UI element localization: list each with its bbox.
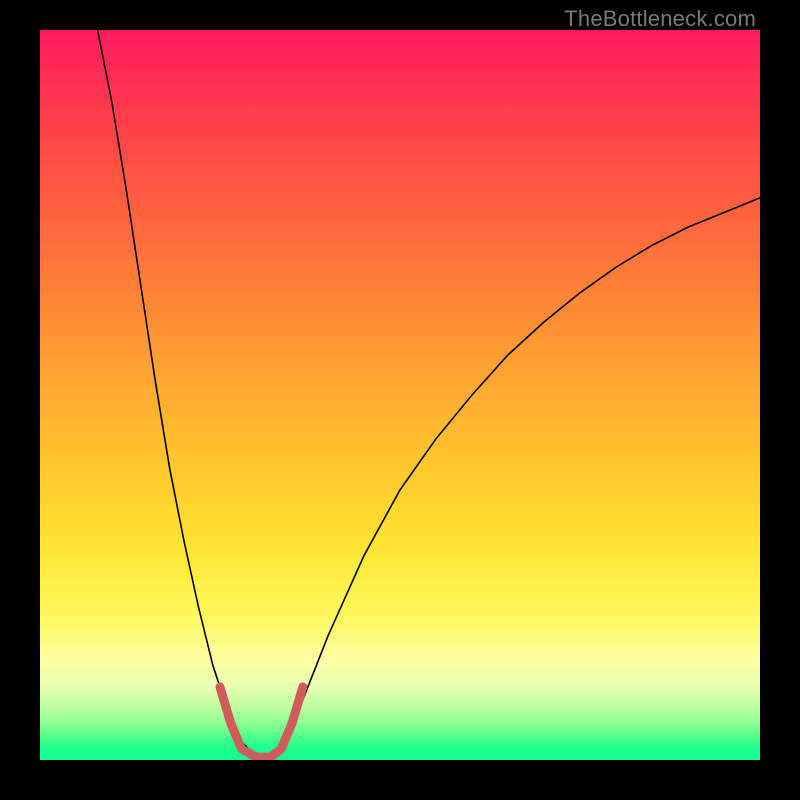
plot-area <box>40 30 760 760</box>
curve-layer <box>40 30 760 760</box>
attribution-label: TheBottleneck.com <box>564 6 756 32</box>
bottleneck-curve <box>98 30 760 756</box>
chart-frame: TheBottleneck.com <box>0 0 800 800</box>
bottom-highlight <box>220 687 303 757</box>
